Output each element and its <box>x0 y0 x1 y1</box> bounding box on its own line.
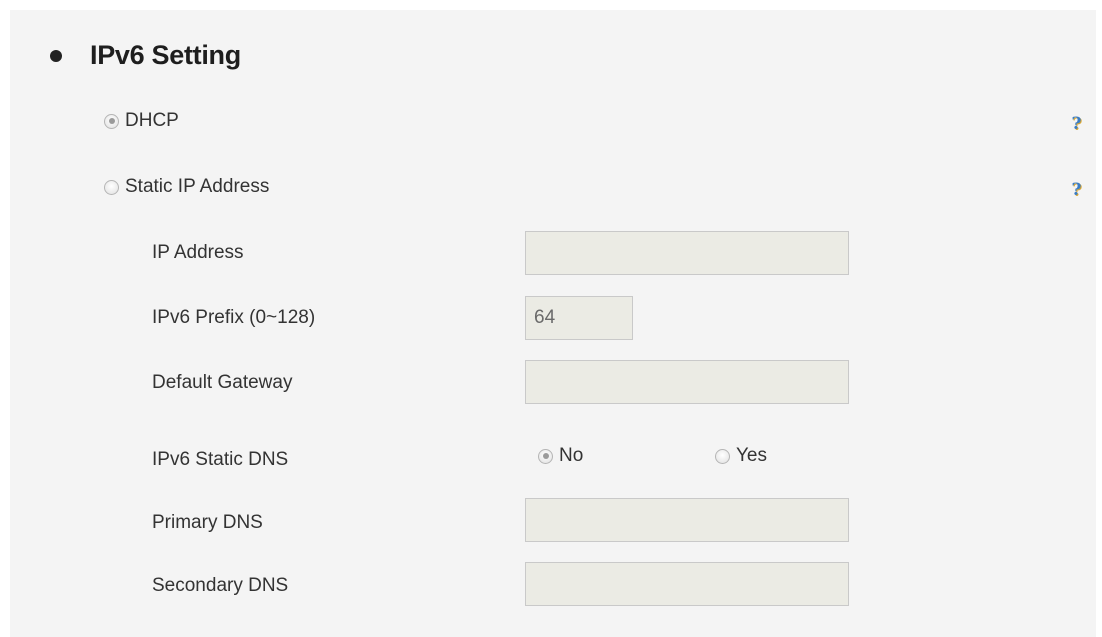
primary-dns-input[interactable] <box>525 498 849 542</box>
section-title: IPv6 Setting <box>90 40 241 70</box>
static-dns-yes-radio[interactable] <box>715 448 730 464</box>
ip-address-label: IP Address <box>152 242 244 263</box>
ipv6-prefix-input[interactable] <box>525 296 633 340</box>
static-dns-yes-option[interactable]: Yes <box>715 445 767 467</box>
static-dns-no-option[interactable]: No <box>538 445 583 467</box>
bullet-icon <box>50 49 62 62</box>
primary-dns-label: Primary DNS <box>152 512 263 533</box>
secondary-dns-input[interactable] <box>525 562 849 606</box>
ipv6-settings-panel: IPv6 Setting DHCP ? Static IP Address ? … <box>10 10 1096 637</box>
ipv6-prefix-label: IPv6 Prefix (0~128) <box>152 307 316 328</box>
dhcp-help-icon[interactable]: ? <box>1068 116 1085 133</box>
default-gateway-label: Default Gateway <box>152 372 293 393</box>
static-ip-radio[interactable] <box>104 179 119 195</box>
dhcp-radio[interactable] <box>104 113 119 129</box>
ip-address-input[interactable] <box>525 231 849 275</box>
static-ip-option[interactable]: Static IP Address <box>104 176 269 198</box>
static-dns-yes-label: Yes <box>736 445 767 466</box>
static-dns-no-radio[interactable] <box>538 448 553 464</box>
static-dns-no-label: No <box>559 445 584 466</box>
static-ip-label: Static IP Address <box>125 176 270 197</box>
section-header: IPv6 Setting <box>30 40 241 71</box>
secondary-dns-label: Secondary DNS <box>152 575 289 596</box>
ipv6-static-dns-label: IPv6 Static DNS <box>152 449 289 470</box>
default-gateway-input[interactable] <box>525 360 849 404</box>
dhcp-option[interactable]: DHCP <box>104 110 179 132</box>
static-ip-help-icon[interactable]: ? <box>1068 182 1085 199</box>
dhcp-label: DHCP <box>125 110 179 131</box>
